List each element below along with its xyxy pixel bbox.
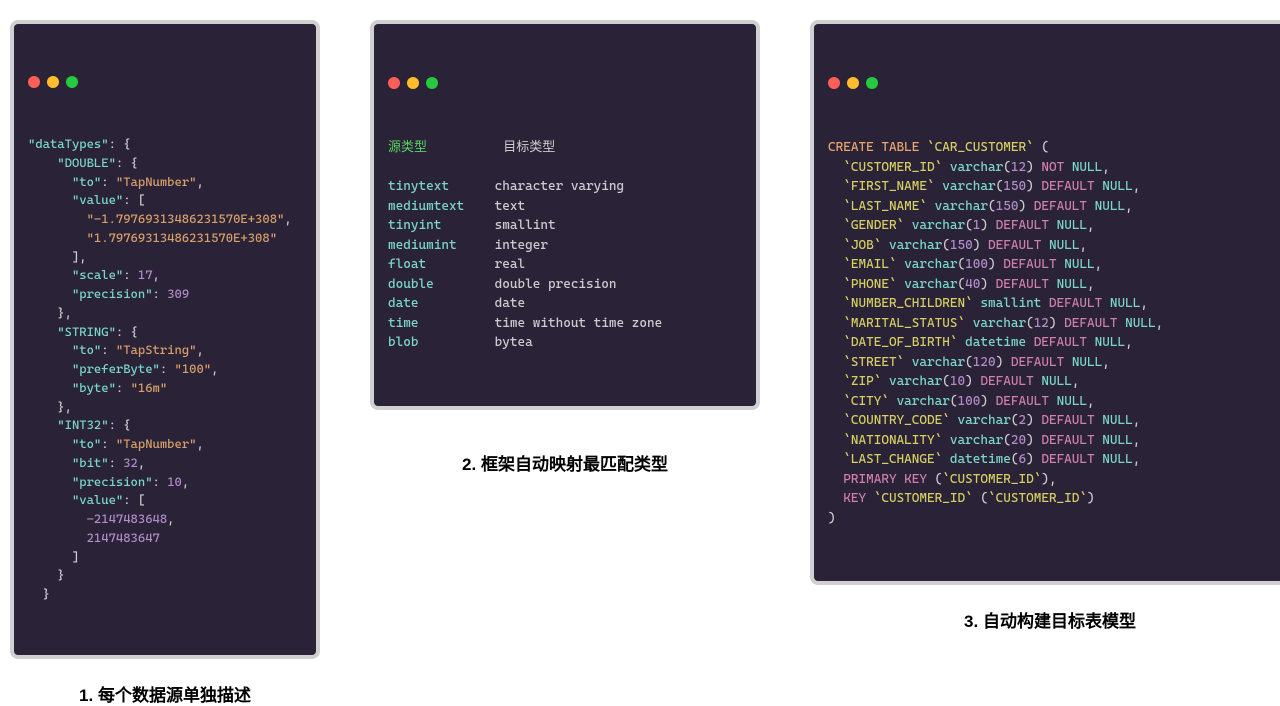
- window-controls: [828, 73, 1272, 99]
- close-icon[interactable]: [28, 76, 40, 88]
- terminal-sql: CREATE TABLE `CAR_CUSTOMER` ( `CUSTOMER_…: [810, 20, 1280, 585]
- layout: "dataTypes": { "DOUBLE": { "to": "TapNum…: [10, 20, 1270, 706]
- minimize-icon[interactable]: [847, 77, 859, 89]
- code-mapping: 源类型 目标类型 tinytext character varying medi…: [388, 138, 742, 353]
- minimize-icon[interactable]: [47, 76, 59, 88]
- caption-right: 3. 自动构建目标表模型: [964, 607, 1136, 632]
- column-middle: 源类型 目标类型 tinytext character varying medi…: [370, 20, 760, 475]
- terminal-mapping: 源类型 目标类型 tinytext character varying medi…: [370, 20, 760, 410]
- zoom-icon[interactable]: [866, 77, 878, 89]
- close-icon[interactable]: [388, 77, 400, 89]
- window-controls: [28, 72, 302, 98]
- minimize-icon[interactable]: [407, 77, 419, 89]
- terminal-datatypes: "dataTypes": { "DOUBLE": { "to": "TapNum…: [10, 20, 320, 659]
- column-left: "dataTypes": { "DOUBLE": { "to": "TapNum…: [10, 20, 320, 706]
- caption-left: 1. 每个数据源单独描述: [79, 681, 251, 706]
- window-controls: [388, 73, 742, 99]
- zoom-icon[interactable]: [66, 76, 78, 88]
- code-datatypes: "dataTypes": { "DOUBLE": { "to": "TapNum…: [28, 135, 302, 604]
- code-sql: CREATE TABLE `CAR_CUSTOMER` ( `CUSTOMER_…: [828, 138, 1272, 528]
- column-right: CREATE TABLE `CAR_CUSTOMER` ( `CUSTOMER_…: [810, 20, 1280, 632]
- close-icon[interactable]: [828, 77, 840, 89]
- zoom-icon[interactable]: [426, 77, 438, 89]
- caption-middle: 2. 框架自动映射最匹配类型: [462, 450, 668, 475]
